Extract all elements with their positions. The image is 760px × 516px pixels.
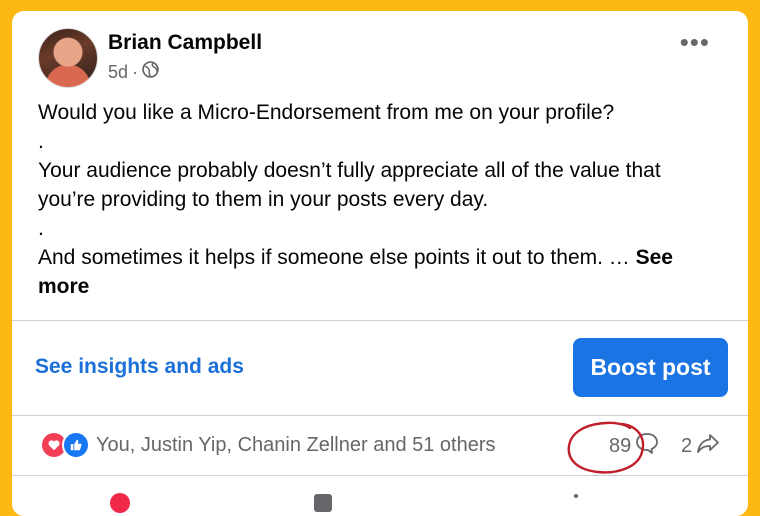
like-reaction-icon (62, 431, 90, 459)
share-action-icon[interactable] (565, 492, 587, 514)
reactions-summary[interactable]: You, Justin Yip, Chanin Zellner and 51 o… (40, 431, 496, 459)
share-icon (696, 432, 720, 460)
post-text: Would you like a Micro-Endorsement from … (38, 98, 718, 301)
post-time[interactable]: 5d (108, 62, 128, 83)
post-paragraph: . (38, 217, 44, 240)
reactions-text: You, Justin Yip, Chanin Zellner and 51 o… (96, 433, 496, 456)
post-paragraph: . (38, 130, 44, 153)
love-icon[interactable] (109, 492, 131, 514)
avatar[interactable] (38, 28, 98, 88)
globe-icon (142, 61, 159, 83)
post-paragraph-text: And sometimes it helps if someone else p… (38, 246, 636, 269)
divider (12, 475, 748, 476)
post-paragraph: Would you like a Micro-Endorsement from … (38, 101, 615, 124)
post-paragraph: Your audience probably doesn’t fully app… (38, 159, 661, 211)
author-name[interactable]: Brian Campbell (108, 31, 262, 55)
action-bar (12, 489, 748, 516)
comment-highlight-circle (567, 421, 645, 474)
boost-post-button[interactable]: Boost post (573, 338, 728, 397)
post-meta: 5d · (108, 61, 159, 83)
share-count[interactable]: 2 (681, 432, 720, 460)
divider (12, 320, 748, 321)
meta-separator: · (132, 61, 139, 82)
comment-action-icon[interactable] (312, 492, 334, 514)
more-icon[interactable]: ••• (680, 29, 710, 55)
insights-link[interactable]: See insights and ads (35, 355, 244, 379)
post-paragraph: And sometimes it helps if someone else p… (38, 243, 718, 301)
share-count-value: 2 (681, 434, 693, 457)
post-card: Brian Campbell 5d · ••• Would you like a… (12, 11, 748, 516)
